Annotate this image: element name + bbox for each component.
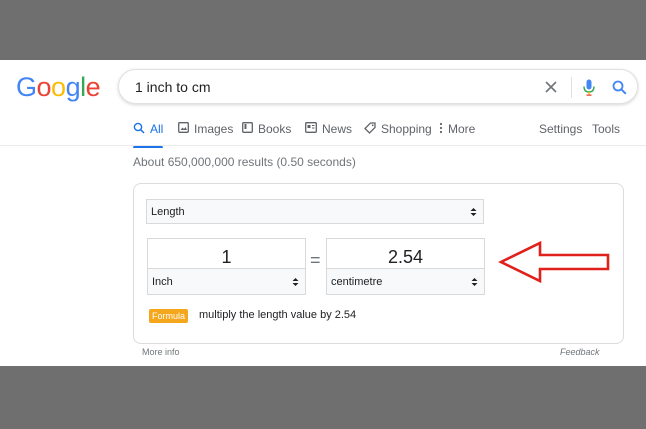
tab-label: Images bbox=[194, 122, 234, 136]
formula-badge: Formula bbox=[149, 309, 189, 323]
image-icon bbox=[178, 122, 189, 133]
category-select-value: Length bbox=[151, 205, 185, 218]
tab-label: Settings bbox=[539, 122, 583, 136]
clear-button[interactable] bbox=[541, 77, 561, 97]
tab-more[interactable]: More bbox=[439, 122, 475, 146]
logo-letter: o bbox=[36, 72, 52, 102]
tab-images[interactable]: Images bbox=[178, 122, 233, 146]
from-value-box: Inch bbox=[147, 238, 306, 295]
search-icon bbox=[133, 122, 145, 134]
chevron-updown-icon bbox=[292, 277, 299, 286]
red-arrow-annotation-icon bbox=[498, 240, 610, 284]
search-results-page: Google All Images bbox=[0, 60, 646, 366]
book-icon bbox=[242, 122, 253, 133]
tag-icon bbox=[364, 122, 376, 134]
microphone-icon bbox=[583, 79, 595, 96]
tab-all[interactable]: All bbox=[133, 122, 164, 148]
tab-news[interactable]: News bbox=[305, 122, 352, 146]
tab-label: All bbox=[150, 122, 164, 136]
formula-text: multiply the length value by 2.54 bbox=[199, 309, 357, 321]
close-icon bbox=[545, 81, 557, 93]
feedback-link[interactable]: Feedback bbox=[560, 347, 600, 357]
equals-sign: = bbox=[310, 250, 321, 270]
header-divider bbox=[0, 145, 646, 146]
to-value-box: centimetre bbox=[326, 238, 485, 295]
to-unit-value: centimetre bbox=[331, 275, 383, 288]
google-logo[interactable]: Google bbox=[16, 72, 101, 103]
result-stats: About 650,000,000 results (0.50 seconds) bbox=[133, 155, 356, 169]
chevron-updown-icon bbox=[470, 207, 477, 216]
to-unit-select[interactable]: centimetre bbox=[326, 268, 485, 295]
tab-books[interactable]: Books bbox=[242, 122, 291, 146]
tab-label: More bbox=[448, 122, 476, 136]
chevron-updown-icon bbox=[471, 277, 478, 286]
logo-letter: o bbox=[51, 72, 66, 102]
search-divider bbox=[571, 77, 572, 98]
search-input[interactable] bbox=[135, 78, 515, 96]
tab-label: Shopping bbox=[381, 122, 432, 136]
search-icon bbox=[612, 80, 627, 95]
tab-label: Tools bbox=[592, 122, 621, 136]
more-vertical-icon bbox=[439, 122, 443, 134]
tab-label: Books bbox=[258, 122, 292, 136]
from-value-input[interactable] bbox=[148, 239, 305, 269]
logo-letter: g bbox=[65, 72, 81, 102]
tab-settings[interactable]: Settings bbox=[539, 122, 582, 146]
tab-label: News bbox=[322, 122, 353, 136]
tab-tools[interactable]: Tools bbox=[592, 122, 620, 146]
news-icon bbox=[305, 122, 317, 133]
to-value-input[interactable] bbox=[327, 239, 484, 269]
logo-letter: G bbox=[16, 72, 37, 102]
voice-search-button[interactable] bbox=[579, 77, 599, 97]
tab-shopping[interactable]: Shopping bbox=[364, 122, 432, 146]
category-select[interactable]: Length bbox=[146, 199, 484, 224]
more-info-link[interactable]: More info bbox=[142, 347, 180, 357]
from-unit-select[interactable]: Inch bbox=[147, 268, 306, 295]
logo-letter: e bbox=[85, 72, 101, 102]
from-unit-value: Inch bbox=[152, 275, 173, 288]
search-box bbox=[118, 69, 638, 104]
search-button[interactable] bbox=[609, 77, 629, 97]
search-tabs: All Images Books News Shopping More Sett… bbox=[0, 122, 646, 148]
